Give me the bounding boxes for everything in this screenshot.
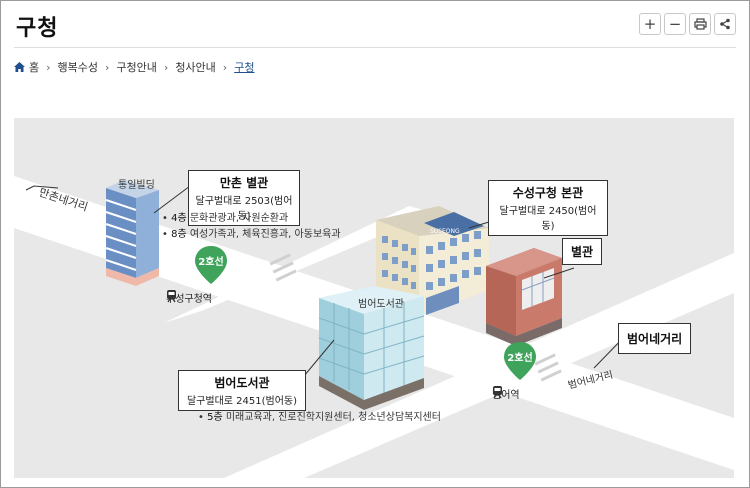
floor-number: 4층 — [171, 213, 187, 224]
floor-desc: 여성가족과, 체육진흥과, 아동보육과 — [189, 229, 341, 240]
zoom-out-button[interactable]: − — [664, 13, 686, 35]
share-button[interactable] — [714, 13, 736, 35]
chevron-right-icon: › — [163, 60, 169, 74]
mancheon-annex-name: 만촌 별관 — [219, 176, 269, 190]
annex-name: 별관 — [571, 245, 594, 259]
print-button[interactable] — [689, 13, 711, 35]
sign-text: SUSEONG — [430, 228, 460, 235]
share-icon — [720, 18, 730, 30]
library-floors: • 5층 미래교육과, 진로진학지원센터, 청소년상담복지센터 — [198, 410, 441, 426]
floor-number: 8층 — [171, 229, 187, 240]
title-divider — [14, 47, 736, 48]
library-label: 범어도서관 달구벌대로 2451(범어동) — [178, 370, 306, 411]
station-beomeo[interactable]: 범어역 — [492, 386, 520, 401]
floor-item: • 8층 여성가족과, 체육진흥과, 아동보육과 — [162, 229, 341, 240]
subway-pin-suseong[interactable]: 2호선 — [193, 245, 229, 284]
tongil-building-label: 통일빌딩 — [118, 180, 155, 191]
breadcrumb-current[interactable]: 구청 — [234, 59, 254, 75]
print-icon — [693, 18, 707, 30]
floor-number: 5층 — [207, 412, 223, 423]
line-label: 2호선 — [507, 353, 533, 364]
breadcrumb-item[interactable]: 구청안내 — [116, 59, 156, 75]
library-roof-label: 범어도서관 — [358, 299, 404, 310]
main-building-name: 수성구청 본관 — [512, 186, 584, 200]
home-icon[interactable] — [14, 62, 25, 72]
floor-item: • 5층 미래교육과, 진로진학지원센터, 청소년상담복지센터 — [198, 412, 441, 423]
train-icon — [493, 386, 502, 399]
tongil-building — [105, 180, 159, 286]
floor-item: • 4층 문화관광과, 자원순환과 — [162, 213, 289, 224]
train-icon — [167, 290, 176, 303]
annex-building — [486, 248, 562, 346]
library-name: 범어도서관 — [214, 376, 270, 390]
location-map: SUSEONG 만촌네거리 통일빌딩 만촌 별관 달구벌대로 2503(범어동)… — [14, 118, 734, 478]
main-building-label: 수성구청 본관 달구벌대로 2450(범어동) — [488, 180, 608, 236]
chevron-right-icon: › — [46, 60, 51, 74]
chevron-right-icon: › — [105, 60, 110, 74]
floor-desc: 미래교육과, 진로진학지원센터, 청소년상담복지센터 — [225, 412, 441, 423]
page-tools: + − — [639, 13, 736, 35]
minus-icon: − — [668, 15, 682, 33]
breadcrumb: 홈 › 행복수성 › 구청안내 › 청사안내 › 구청 — [14, 59, 254, 75]
page-title: 구청 — [16, 16, 59, 41]
line-label: 2호선 — [198, 257, 224, 268]
floor-desc: 문화관광과, 자원순환과 — [189, 213, 289, 224]
mancheon-annex-floors: • 4층 문화관광과, 자원순환과 • 8층 여성가족과, 체육진흥과, 아동보… — [162, 211, 341, 243]
breadcrumb-item[interactable]: 청사안내 — [175, 59, 215, 75]
library-address: 달구벌대로 2451(범어동) — [186, 396, 298, 407]
breadcrumb-home[interactable]: 홈 — [29, 59, 39, 75]
beomeo-crossroad-box: 범어네거리 — [618, 323, 692, 354]
annex-label: 별관 — [562, 238, 603, 265]
chevron-right-icon: › — [222, 60, 228, 74]
zoom-in-button[interactable]: + — [639, 13, 661, 35]
station-suseong[interactable]: 수성구청역 — [166, 290, 212, 305]
subway-pin-beomeo[interactable]: 2호선 — [502, 341, 538, 380]
plus-icon: + — [643, 15, 657, 33]
main-building-address: 달구벌대로 2450(범어동) — [499, 206, 597, 232]
beomeo-crossroad-name: 범어네거리 — [627, 332, 683, 346]
breadcrumb-item[interactable]: 행복수성 — [58, 59, 98, 75]
